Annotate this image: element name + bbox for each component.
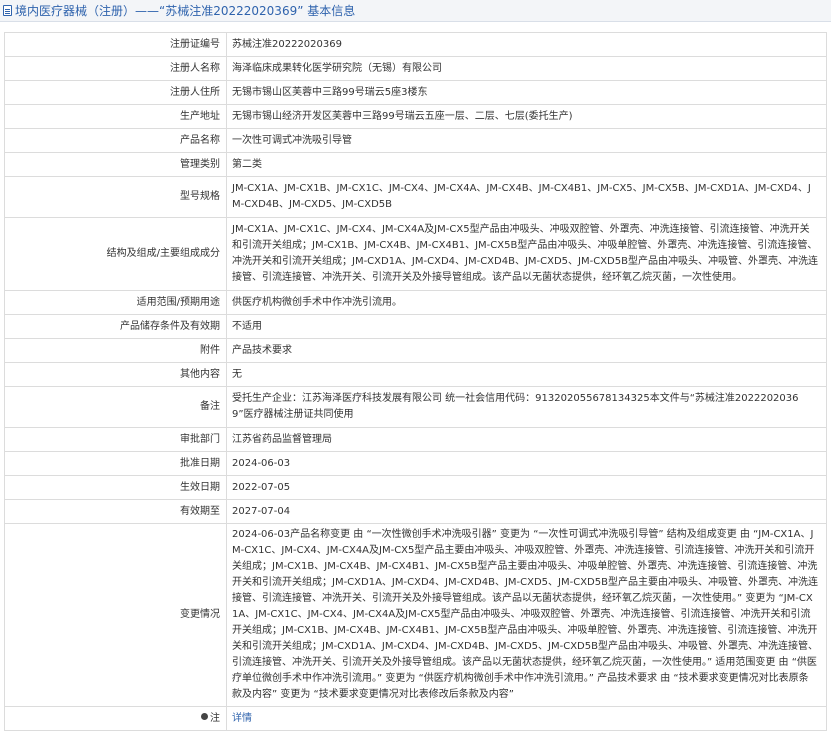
field-label: 注册证编号: [4, 32, 227, 57]
field-value: JM-CX1A、JM-CX1C、JM-CX4、JM-CX4A及JM-CX5型产品…: [226, 217, 827, 291]
breadcrumb[interactable]: 境内医疗器械（注册）: [15, 2, 135, 19]
field-value: 不适用: [226, 314, 827, 339]
table-row: 生效日期 2022-07-05: [4, 475, 827, 500]
field-value: 受托生产企业：江苏海泽医疗科技发展有限公司 统一社会信用代码：913202055…: [226, 386, 827, 428]
field-label: 审批部门: [4, 427, 227, 452]
field-value: 第二类: [226, 152, 827, 177]
field-label: 适用范围/预期用途: [4, 290, 227, 315]
field-label: 其他内容: [4, 362, 227, 387]
field-value: JM-CX1A、JM-CX1B、JM-CX1C、JM-CX4、JM-CX4A、J…: [226, 176, 827, 218]
table-row: 结构及组成/主要组成成分 JM-CX1A、JM-CX1C、JM-CX4、JM-C…: [4, 217, 827, 291]
field-value: 无锡市锡山经济开发区芙蓉中三路99号瑞云五座一层、二层、七层(委托生产): [226, 104, 827, 129]
field-value: 2024-06-03产品名称变更 由 “一次性微创手术冲洗吸引器” 变更为 “一…: [226, 523, 827, 707]
document-icon: [3, 5, 12, 16]
field-label: 管理类别: [4, 152, 227, 177]
page-title: “苏械注准20222020369” 基本信息: [159, 4, 356, 18]
table-row: 其他内容 无: [4, 362, 827, 387]
table-row: 变更情况 2024-06-03产品名称变更 由 “一次性微创手术冲洗吸引器” 变…: [4, 523, 827, 707]
note-label: 注: [210, 712, 220, 724]
field-label: 有效期至: [4, 499, 227, 524]
table-row: 注册证编号 苏械注准20222020369: [4, 32, 827, 57]
field-value: 2022-07-05: [226, 475, 827, 500]
field-value: 2024-06-03: [226, 451, 827, 476]
table-row: 审批部门 江苏省药品监督管理局: [4, 427, 827, 452]
table-row: 产品储存条件及有效期 不适用: [4, 314, 827, 339]
table-row: 批准日期 2024-06-03: [4, 451, 827, 476]
table-row: 型号规格 JM-CX1A、JM-CX1B、JM-CX1C、JM-CX4、JM-C…: [4, 176, 827, 218]
field-value: 无锡市锡山区芙蓉中三路99号瑞云5座3楼东: [226, 80, 827, 105]
field-label: 生产地址: [4, 104, 227, 129]
field-label: 注册人名称: [4, 56, 227, 81]
table-row: 注册人名称 海泽临床成果转化医学研究院（无锡）有限公司: [4, 56, 827, 81]
table-row: 注册人住所 无锡市锡山区芙蓉中三路99号瑞云5座3楼东: [4, 80, 827, 105]
field-label: 注册人住所: [4, 80, 227, 105]
table-row: 生产地址 无锡市锡山经济开发区芙蓉中三路99号瑞云五座一层、二层、七层(委托生产…: [4, 104, 827, 129]
detail-table: 注册证编号 苏械注准20222020369 注册人名称 海泽临床成果转化医学研究…: [4, 32, 827, 731]
detail-link[interactable]: 详情: [232, 713, 252, 724]
field-label: 批准日期: [4, 451, 227, 476]
field-value: 一次性可调式冲洗吸引导管: [226, 128, 827, 153]
field-label: 结构及组成/主要组成成分: [4, 217, 227, 291]
table-row: 产品名称 一次性可调式冲洗吸引导管: [4, 128, 827, 153]
field-value: 供医疗机构微创手术中作冲洗引流用。: [226, 290, 827, 315]
table-row: 有效期至 2027-07-04: [4, 499, 827, 524]
detail-cell: 详情: [226, 706, 827, 731]
table-row: 备注 受托生产企业：江苏海泽医疗科技发展有限公司 统一社会信用代码：913202…: [4, 386, 827, 428]
note-label-cell: 注: [4, 706, 227, 731]
page-header: 境内医疗器械（注册） —— “苏械注准20222020369” 基本信息: [0, 0, 831, 22]
field-value: 产品技术要求: [226, 338, 827, 363]
field-value: 苏械注准20222020369: [226, 32, 827, 57]
table-row: 管理类别 第二类: [4, 152, 827, 177]
field-label: 型号规格: [4, 176, 227, 218]
field-label: 生效日期: [4, 475, 227, 500]
field-label: 产品储存条件及有效期: [4, 314, 227, 339]
table-row: 附件 产品技术要求: [4, 338, 827, 363]
pin-icon: [201, 713, 208, 720]
field-label: 产品名称: [4, 128, 227, 153]
breadcrumb-separator: ——: [135, 3, 160, 18]
table-row: 适用范围/预期用途 供医疗机构微创手术中作冲洗引流用。: [4, 290, 827, 315]
field-value: 2027-07-04: [226, 499, 827, 524]
field-value: 江苏省药品监督管理局: [226, 427, 827, 452]
field-label: 备注: [4, 386, 227, 428]
field-label: 变更情况: [4, 523, 227, 707]
field-value: 海泽临床成果转化医学研究院（无锡）有限公司: [226, 56, 827, 81]
field-value: 无: [226, 362, 827, 387]
field-label: 附件: [4, 338, 227, 363]
table-row: 注 详情: [4, 706, 827, 731]
